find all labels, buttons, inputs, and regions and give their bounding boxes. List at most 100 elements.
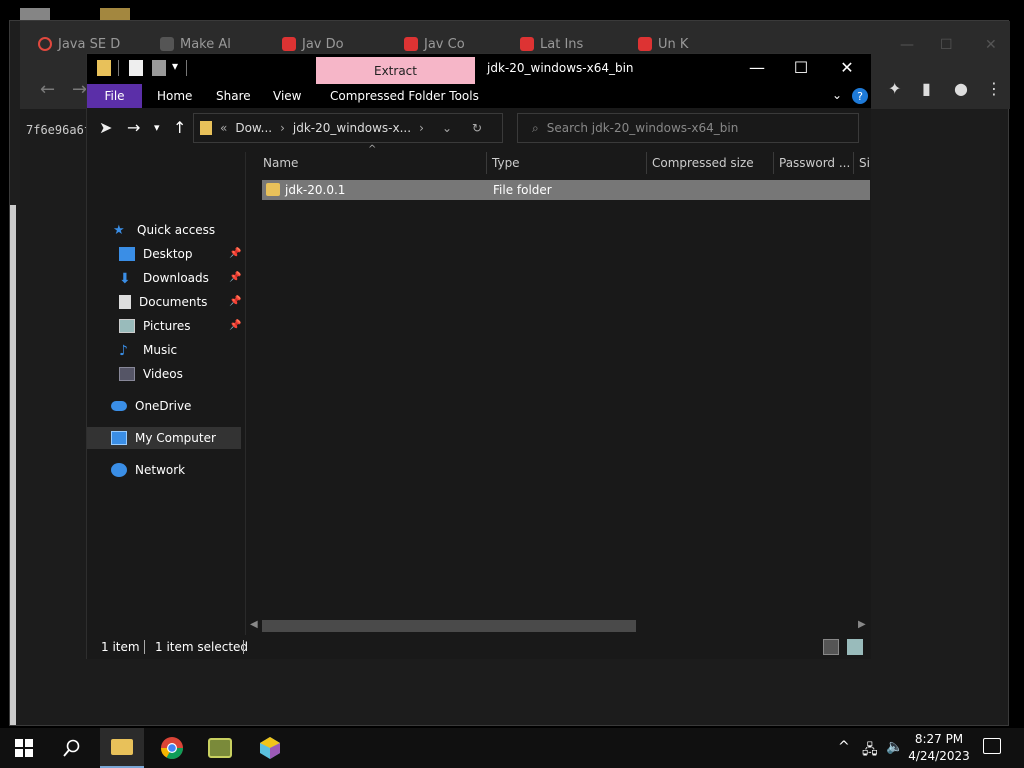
forward-arrow-icon[interactable]: →: [72, 79, 87, 100]
document-icon: [119, 295, 131, 309]
customize-toolbar-icon[interactable]: ▾: [172, 59, 178, 73]
recent-locations-icon[interactable]: ▾: [154, 121, 160, 134]
column-divider[interactable]: [773, 152, 774, 174]
overflow-chevron[interactable]: «: [220, 121, 227, 135]
breadcrumb-downloads[interactable]: Dow...: [235, 121, 272, 135]
nav-item-my-computer[interactable]: My Computer: [111, 427, 216, 449]
close-button[interactable]: ✕: [832, 58, 862, 77]
horizontal-scrollbar[interactable]: ◀ ▶: [246, 617, 871, 635]
chevron-up-icon[interactable]: ^: [838, 739, 850, 755]
download-icon: ⬇: [119, 271, 131, 287]
search-placeholder: Search jdk-20_windows-x64_bin: [546, 121, 739, 135]
back-arrow-icon[interactable]: ←: [40, 79, 55, 100]
chevron-down-icon[interactable]: ⌄: [442, 121, 452, 135]
address-bar[interactable]: « Dow... › jdk-20_windows-x... › ⌄ ↻: [193, 113, 503, 143]
nav-item-music[interactable]: ♪ Music: [119, 339, 177, 361]
nav-item-documents[interactable]: Documents: [119, 291, 207, 313]
details-view-icon[interactable]: [823, 639, 839, 655]
menu-icon[interactable]: ⋮: [986, 79, 1002, 98]
tab-home[interactable]: Home: [157, 84, 192, 108]
new-folder-icon[interactable]: [152, 60, 166, 76]
nav-item-quick-access[interactable]: ★ Quick access: [113, 219, 215, 241]
nav-item-network[interactable]: Network: [111, 459, 185, 481]
sort-arrow-icon: ^: [368, 144, 377, 155]
pin-icon[interactable]: 📌: [229, 296, 241, 307]
column-divider[interactable]: [646, 152, 647, 174]
tab-label: Lat Ins: [540, 36, 584, 52]
tab-share[interactable]: Share: [216, 84, 251, 108]
browser-maximize-button[interactable]: ☐: [940, 37, 953, 53]
nav-item-desktop[interactable]: Desktop: [119, 243, 193, 265]
music-icon: ♪: [119, 343, 128, 359]
title-bar: ▾ Extract jdk-20_windows-x64_bin — ☐ ✕: [87, 54, 871, 84]
divider: [118, 60, 119, 76]
up-arrow-icon[interactable]: ↑: [173, 118, 186, 137]
nav-item-videos[interactable]: Videos: [119, 363, 183, 385]
tab-view[interactable]: View: [273, 84, 301, 108]
browser-minimize-button[interactable]: —: [900, 37, 914, 53]
chevron-right-icon[interactable]: ›: [419, 121, 424, 135]
nav-item-downloads[interactable]: ⬇ Downloads: [119, 267, 209, 289]
nav-item-onedrive[interactable]: OneDrive: [111, 395, 191, 417]
browser-tab[interactable]: Java SE D: [38, 33, 120, 55]
pin-icon[interactable]: 📌: [229, 320, 241, 331]
search-input[interactable]: ⌕ Search jdk-20_windows-x64_bin: [517, 113, 859, 143]
forward-arrow-icon[interactable]: →: [127, 118, 140, 137]
app-taskbar-button[interactable]: [248, 728, 292, 768]
chevron-right-icon[interactable]: ›: [280, 121, 285, 135]
file-explorer-taskbar-button[interactable]: [100, 728, 144, 768]
chrome-taskbar-button[interactable]: [150, 728, 194, 768]
browser-close-button[interactable]: ✕: [985, 37, 997, 53]
minimize-button[interactable]: —: [742, 58, 772, 77]
column-divider[interactable]: [853, 152, 854, 174]
clock-time: 8:27 PM: [914, 732, 964, 746]
column-header-password[interactable]: Password ...: [779, 152, 850, 174]
extract-context-tab[interactable]: Extract: [316, 57, 475, 84]
table-row[interactable]: jdk-20.0.1 File folder: [262, 180, 870, 200]
scroll-left-icon[interactable]: ◀: [250, 619, 258, 630]
search-button[interactable]: [50, 728, 94, 768]
help-icon[interactable]: ?: [852, 88, 868, 104]
scroll-right-icon[interactable]: ▶: [858, 619, 866, 630]
side-panel-icon[interactable]: ▮: [922, 79, 931, 98]
browser-tab[interactable]: Un K: [638, 33, 688, 55]
column-divider[interactable]: [486, 152, 487, 174]
column-header-size[interactable]: Si: [859, 152, 870, 174]
network-status-icon[interactable]: 🖧: [862, 739, 878, 763]
extensions-icon[interactable]: ✦: [888, 79, 901, 98]
browser-tab[interactable]: Lat Ins: [520, 33, 583, 55]
pin-icon[interactable]: 📌: [229, 272, 241, 283]
start-button[interactable]: [2, 728, 46, 768]
volume-icon[interactable]: 🔈: [886, 739, 903, 755]
pin-icon[interactable]: 📌: [229, 248, 241, 259]
tab-compressed-folder-tools[interactable]: Compressed Folder Tools: [330, 84, 479, 108]
app-taskbar-button[interactable]: [198, 728, 242, 768]
system-clock[interactable]: 8:27 PM 4/24/2023: [906, 731, 972, 765]
window-title: jdk-20_windows-x64_bin: [487, 61, 634, 75]
tab-label: Jav Do: [302, 36, 344, 52]
column-header-type[interactable]: Type: [492, 152, 520, 174]
browser-tab[interactable]: Make Al: [160, 33, 231, 55]
address-bar-row: ➤ → ▾ ↑ « Dow... › jdk-20_windows-x... ›…: [87, 108, 871, 152]
zip-folder-icon: [97, 60, 111, 76]
expand-ribbon-icon[interactable]: ⌄: [832, 88, 842, 102]
refresh-icon[interactable]: ↻: [472, 121, 482, 135]
properties-icon[interactable]: [129, 60, 143, 76]
large-icons-view-icon[interactable]: [847, 639, 863, 655]
notification-icon[interactable]: [983, 738, 1001, 754]
tab-icon: [520, 37, 534, 51]
scrollbar-thumb[interactable]: [262, 620, 636, 632]
browser-tab[interactable]: Jav Co: [404, 33, 465, 55]
file-type: File folder: [493, 183, 552, 197]
tab-file[interactable]: File: [87, 84, 142, 108]
item-count: 1 item: [101, 640, 140, 654]
column-header-name[interactable]: Name: [263, 152, 298, 174]
maximize-button[interactable]: ☐: [786, 58, 816, 77]
navigation-pane: ★ Quick access Desktop 📌 ⬇ Downloads 📌 D…: [87, 152, 245, 635]
breadcrumb-zip[interactable]: jdk-20_windows-x...: [293, 121, 411, 135]
column-header-compressed-size[interactable]: Compressed size: [652, 152, 754, 174]
browser-tab[interactable]: Jav Do: [282, 33, 344, 55]
profile-icon[interactable]: ●: [954, 79, 968, 98]
nav-item-pictures[interactable]: Pictures: [119, 315, 191, 337]
zip-folder-icon: [200, 121, 212, 135]
